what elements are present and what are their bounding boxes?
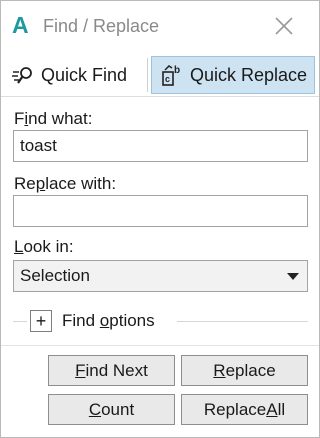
- find-replace-dialog: A Find / Replace Quick Find c b Quick Re…: [0, 0, 320, 438]
- look-in-dropdown[interactable]: Selection: [13, 260, 308, 292]
- find-options-expander: + Find options: [13, 306, 308, 336]
- look-in-selected-value: Selection: [20, 266, 90, 285]
- expand-find-options-button[interactable]: +: [30, 310, 52, 332]
- count-button[interactable]: Count: [48, 394, 175, 425]
- quick-find-icon: [12, 67, 32, 84]
- find-what-input[interactable]: [13, 130, 308, 162]
- options-divider-left: [13, 321, 27, 322]
- replace-with-input[interactable]: [13, 195, 308, 227]
- replace-button[interactable]: Replace: [181, 355, 308, 386]
- title-bar: A Find / Replace: [1, 1, 319, 51]
- plus-icon: +: [35, 311, 47, 331]
- look-in-label: Look in:: [14, 237, 74, 256]
- tab-divider: [147, 58, 148, 92]
- options-divider-right: [177, 321, 308, 322]
- close-button[interactable]: [269, 11, 299, 41]
- mode-tabs: Quick Find c b Quick Replace: [1, 56, 319, 94]
- tab-quick-find-label: Quick Find: [41, 64, 128, 85]
- app-logo-icon: A: [12, 12, 29, 38]
- quick-replace-icon: c b: [162, 65, 180, 86]
- buttons-divider: [1, 345, 319, 346]
- dropdown-arrow-icon: [287, 273, 299, 280]
- find-what-label: Find what:: [14, 109, 93, 128]
- tab-quick-replace-label: Quick Replace: [190, 64, 308, 85]
- svg-text:c: c: [165, 74, 170, 84]
- find-next-button[interactable]: Find Next: [48, 355, 175, 386]
- find-options-label: Find options: [62, 311, 155, 330]
- replace-with-label: Replace with:: [14, 174, 117, 193]
- tab-quick-replace[interactable]: c b Quick Replace: [151, 56, 315, 94]
- replace-all-button[interactable]: Replace All: [181, 394, 308, 425]
- tab-quick-find[interactable]: Quick Find: [11, 56, 147, 94]
- close-icon: [275, 17, 293, 35]
- svg-text:b: b: [174, 65, 180, 76]
- window-title: Find / Replace: [43, 16, 160, 36]
- tabs-divider: [1, 96, 319, 97]
